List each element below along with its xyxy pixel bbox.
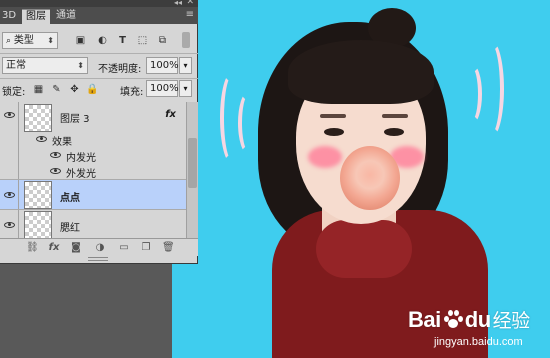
new-layer-icon[interactable]: ❐ <box>140 242 152 254</box>
panel-tabs: 3D 图层 通道 ≡ <box>0 7 198 24</box>
watermark-logo: Bai du 经验 <box>408 306 530 333</box>
eye-icon[interactable] <box>4 112 15 118</box>
blend-mode-select[interactable]: 正常 ⬍ <box>2 57 88 74</box>
lock-all-icon[interactable]: 🔒 <box>86 83 99 96</box>
effect-outer-glow[interactable]: 外发光 <box>66 165 96 180</box>
panel-bottom-toolbar: ⛓ fx ◙ ◑ ▭ ❐ 🗑 <box>0 238 198 256</box>
layers-scrollbar[interactable] <box>186 102 198 238</box>
eye-icon[interactable] <box>36 136 47 142</box>
layer-name[interactable]: 点点 <box>60 189 80 204</box>
watermark-url: jingyan.baidu.com <box>434 336 523 348</box>
layer-row[interactable]: 图层 3 fx 效果 内发光 外发光 <box>0 102 186 180</box>
opacity-input[interactable]: 100% <box>146 57 179 74</box>
right-eyebrow <box>382 114 408 118</box>
lock-transparent-pixels-icon[interactable]: ▦ <box>32 83 45 96</box>
tab-channels[interactable]: 通道 <box>52 9 80 24</box>
eye-icon[interactable] <box>50 152 61 158</box>
filter-kind-select[interactable]: ⌕ 类型 ⬍ <box>2 32 58 49</box>
visibility-column <box>0 180 19 209</box>
paw-icon <box>442 308 464 330</box>
chevron-down-icon: ⬍ <box>47 36 54 45</box>
link-layers-icon[interactable]: ⛓ <box>26 242 39 254</box>
eye-icon[interactable] <box>50 168 61 174</box>
type-filter-icon[interactable]: T <box>116 34 129 47</box>
sweater-collar <box>316 220 412 278</box>
close-icon[interactable]: ✕ <box>186 0 194 7</box>
effect-inner-glow[interactable]: 内发光 <box>66 149 96 164</box>
motion-line-left-inner <box>238 92 258 154</box>
eye-icon[interactable] <box>4 222 15 228</box>
lock-image-pixels-icon[interactable]: ✎ <box>50 83 63 96</box>
search-icon: ⌕ <box>6 36 14 46</box>
visibility-column <box>0 102 19 179</box>
add-mask-icon[interactable]: ◙ <box>70 242 82 254</box>
left-eyebrow <box>320 114 346 118</box>
delete-layer-icon[interactable]: 🗑 <box>162 242 175 254</box>
tab-layers[interactable]: 图层 <box>22 9 50 24</box>
blend-mode-value: 正常 <box>6 60 26 71</box>
scrollbar-thumb[interactable] <box>188 138 197 188</box>
fill-label: 填充: <box>120 87 144 98</box>
visibility-column <box>0 210 19 239</box>
left-eye <box>324 128 344 136</box>
panel-titlebar: ◂◂ ✕ <box>0 0 198 7</box>
panel-menu-icon[interactable]: ≡ <box>186 9 194 20</box>
fill-input[interactable]: 100% <box>146 80 179 97</box>
lock-position-icon[interactable]: ✥ <box>68 83 81 96</box>
divider <box>0 78 198 79</box>
divider <box>0 53 198 54</box>
opacity-dropdown-button[interactable]: ▾ <box>179 57 192 74</box>
watermark-logo-prefix: Bai <box>408 307 441 332</box>
layer-row-selected[interactable]: 点点 <box>0 180 186 210</box>
filter-row: ⌕ 类型 ⬍ ▣ ◐ T ⬚ ⧉ <box>0 30 198 52</box>
watermark-logo-suffix: 经验 <box>492 311 531 332</box>
collapse-icon[interactable]: ◂◂ <box>174 0 182 7</box>
new-group-icon[interactable]: ▭ <box>118 242 130 254</box>
smart-object-filter-icon[interactable]: ⧉ <box>156 34 169 47</box>
layers-panel: ◂◂ ✕ 3D 图层 通道 ≡ ⌕ 类型 ⬍ ▣ ◐ T ⬚ ⧉ 正常 ⬍ 不透… <box>0 0 198 264</box>
layer-thumbnail <box>24 104 52 132</box>
pixel-filter-icon[interactable]: ▣ <box>74 34 87 47</box>
adjustment-filter-icon[interactable]: ◐ <box>96 34 109 47</box>
fx-icon[interactable]: fx <box>165 109 176 120</box>
new-adjustment-icon[interactable]: ◑ <box>94 242 106 254</box>
effects-label: 效果 <box>52 137 72 148</box>
layer-row[interactable]: 腮红 <box>0 210 186 240</box>
shape-filter-icon[interactable]: ⬚ <box>136 34 149 47</box>
left-blush <box>308 146 342 168</box>
layer-name[interactable]: 图层 3 <box>60 110 90 125</box>
baidu-jingyan-watermark: Bai du 经验 jingyan.baidu.com <box>400 300 550 358</box>
filter-toggle[interactable] <box>182 32 190 48</box>
eye-icon[interactable] <box>4 192 15 198</box>
flower <box>340 146 400 210</box>
panel-resize-grip[interactable] <box>88 257 108 261</box>
fill-dropdown-button[interactable]: ▾ <box>179 80 192 97</box>
motion-line-right-inner <box>462 64 482 124</box>
layer-thumbnail <box>24 181 52 209</box>
opacity-label: 不透明度: <box>98 64 142 75</box>
watermark-logo-middle: du <box>464 307 491 332</box>
filter-kind-label: 类型 <box>13 35 34 46</box>
blend-row: 正常 ⬍ 不透明度: 100% ▾ <box>0 55 198 77</box>
tab-3d[interactable]: 3D <box>0 9 20 24</box>
chevron-down-icon: ⬍ <box>77 61 84 70</box>
lock-label: 锁定: <box>2 87 26 98</box>
right-eye <box>384 128 404 136</box>
photoshop-workspace: Bai du 经验 jingyan.baidu.com ◂◂ ✕ 3D 图层 通道 … <box>0 0 550 358</box>
layer-name[interactable]: 腮红 <box>60 219 80 234</box>
layer-thumbnail <box>24 211 52 239</box>
hair-bangs <box>288 40 434 104</box>
add-style-icon[interactable]: fx <box>48 242 60 254</box>
lock-row: 锁定: ▦ ✎ ✥ 🔒 填充: 100% ▾ <box>0 80 198 100</box>
layers-list: 图层 3 fx 效果 内发光 外发光 点点 腮红 <box>0 102 198 240</box>
